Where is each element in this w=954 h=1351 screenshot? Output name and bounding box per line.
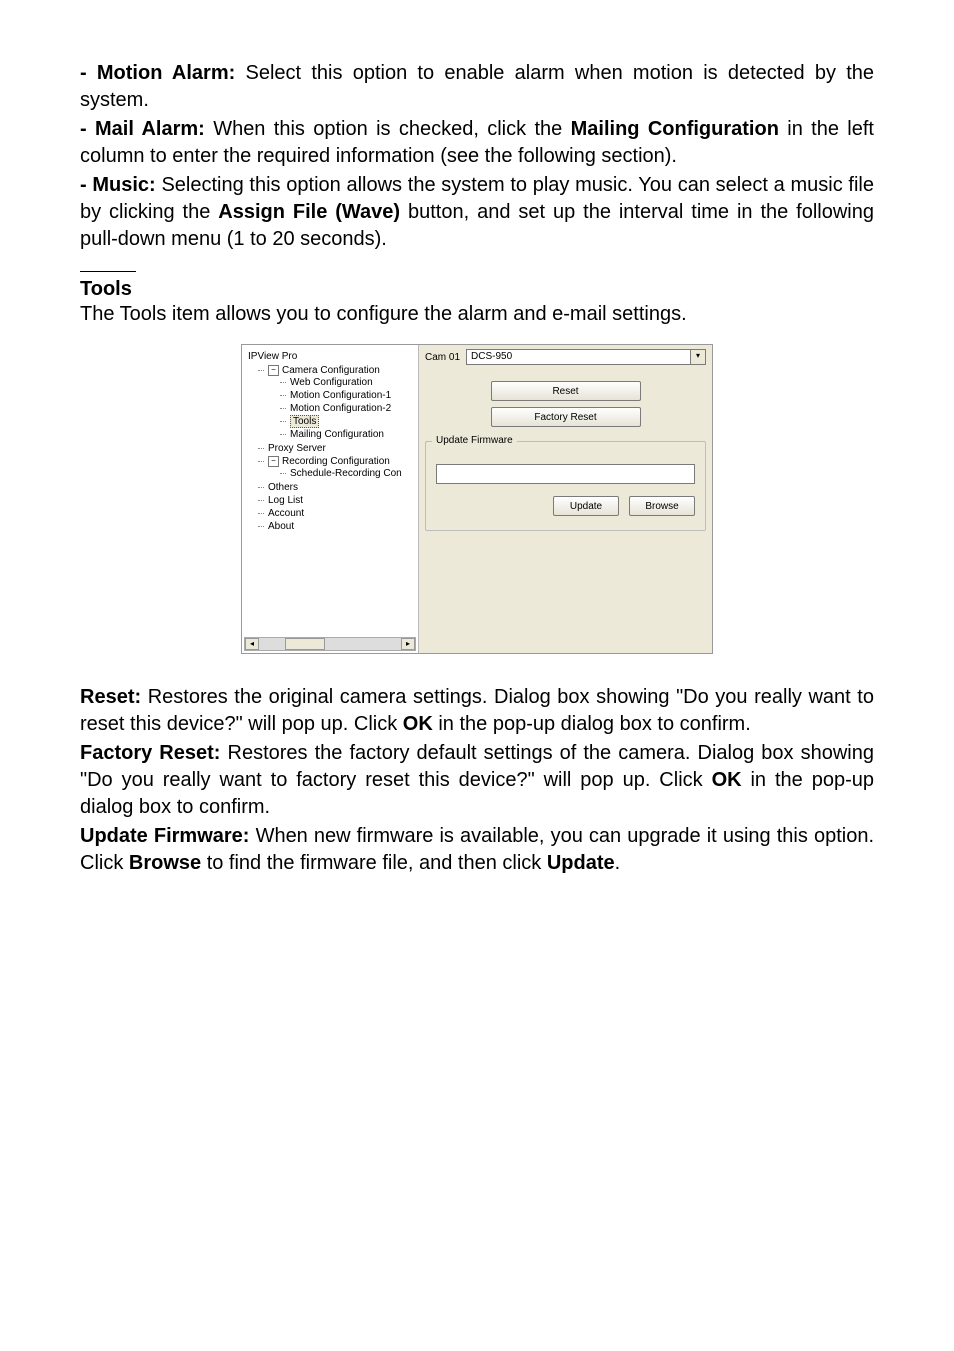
camera-label: Cam 01 [425,352,460,363]
divider [80,271,136,272]
tree-item-proxy[interactable]: Proxy Server [258,442,414,455]
action-ok-1: OK [403,713,433,735]
tree-item-tools[interactable]: Tools [280,415,414,428]
tree-item-motion-1[interactable]: Motion Configuration-1 [280,389,414,402]
groupbox-title: Update Firmware [432,435,517,446]
tree-label: Recording Configuration [282,456,390,467]
text-uf-2: to find the firmware file, and then clic… [201,852,547,874]
tree-item-motion-2[interactable]: Motion Configuration-2 [280,402,414,415]
para-update-firmware: Update Firmware: When new firmware is av… [80,823,874,877]
text-mail-alarm-1: When this option is checked, click the [213,118,570,140]
tree-item-log-list[interactable]: Log List [258,494,414,507]
tree-item-web-config[interactable]: Web Configuration [280,376,414,389]
tree-label: Motion Configuration-2 [290,403,391,414]
tools-sentence-1: The [80,303,120,325]
camera-selector-row: Cam 01 DCS-950 ▾ [425,345,706,375]
para-motion-alarm: - Motion Alarm: Select this option to en… [80,60,874,114]
tree-item-others[interactable]: Others [258,481,414,494]
browse-button[interactable]: Browse [629,496,695,516]
para-mail-alarm: - Mail Alarm: When this option is checke… [80,116,874,170]
tree-label: About [268,521,294,532]
text-uf-3: . [615,852,621,874]
chevron-down-icon[interactable]: ▾ [690,350,705,364]
tree-label-selected: Tools [290,415,319,428]
tree-item-about[interactable]: About [258,520,414,533]
tools-sentence-bold: Tools [120,303,167,325]
screenshot-wrapper: IPView Pro −Camera Configuration Web Con… [80,344,874,654]
link-mailing-configuration: Mailing Configuration [571,118,779,140]
scroll-right-icon[interactable]: ▸ [401,638,415,650]
camera-select[interactable]: DCS-950 ▾ [466,349,706,365]
content-pane: Cam 01 DCS-950 ▾ Reset Factory Reset Upd… [419,345,712,653]
update-button[interactable]: Update [553,496,619,516]
tools-sentence-2: item allows you to configure the alarm a… [166,303,686,325]
tree-item-account[interactable]: Account [258,507,414,520]
label-mail-alarm: - Mail Alarm: [80,118,213,140]
tree-pane: IPView Pro −Camera Configuration Web Con… [242,345,419,653]
tools-sentence: The Tools item allows you to configure t… [80,301,874,328]
camera-select-value: DCS-950 [471,351,512,362]
tree-item-mailing[interactable]: Mailing Configuration [280,428,414,441]
page: - Motion Alarm: Select this option to en… [0,0,954,959]
firmware-button-row: Update Browse [436,496,695,516]
collapse-icon[interactable]: − [268,365,279,376]
para-factory-reset: Factory Reset: Restores the factory defa… [80,740,874,821]
tree-label: Mailing Configuration [290,429,384,440]
screenshot: IPView Pro −Camera Configuration Web Con… [241,344,713,654]
tree-label: Proxy Server [268,443,326,454]
scroll-thumb[interactable] [285,638,325,650]
tree-label: Others [268,482,298,493]
section-heading-tools: Tools [80,278,874,301]
tree-horizontal-scrollbar[interactable]: ◂ ▸ [244,637,416,651]
btn-label-assign-file: Assign File (Wave) [218,201,400,223]
update-firmware-group: Update Firmware Update Browse [425,441,706,531]
tree-label: Schedule-Recording Con [290,468,402,479]
scroll-left-icon[interactable]: ◂ [245,638,259,650]
label-update-firmware: Update Firmware: [80,825,256,847]
text-reset-2: in the pop-up dialog box to confirm. [433,713,751,735]
tree-root[interactable]: IPView Pro [246,349,414,364]
tree-label: Log List [268,495,303,506]
reset-button[interactable]: Reset [491,381,641,401]
factory-reset-button[interactable]: Factory Reset [491,407,641,427]
tree-label: Account [268,508,304,519]
tree-item-schedule-rec[interactable]: Schedule-Recording Con [280,467,414,480]
label-reset: Reset: [80,686,148,708]
action-ok-2: OK [712,769,742,791]
label-factory-reset: Factory Reset: [80,742,228,764]
label-motion-alarm: - Motion Alarm: [80,62,246,84]
tree-item-camera-config[interactable]: −Camera Configuration Web Configuration … [258,364,414,442]
label-music: - Music: [80,174,161,196]
tree-label: Motion Configuration-1 [290,390,391,401]
para-reset: Reset: Restores the original camera sett… [80,684,874,738]
tree-label: Camera Configuration [282,365,380,376]
firmware-path-input[interactable] [436,464,695,484]
tree-item-recording[interactable]: −Recording Configuration Schedule-Record… [258,455,414,481]
action-update: Update [547,852,615,874]
collapse-icon[interactable]: − [268,456,279,467]
para-music: - Music: Selecting this option allows th… [80,172,874,253]
action-browse: Browse [129,852,201,874]
config-tree[interactable]: IPView Pro −Camera Configuration Web Con… [242,345,418,537]
tree-label: Web Configuration [290,377,373,388]
